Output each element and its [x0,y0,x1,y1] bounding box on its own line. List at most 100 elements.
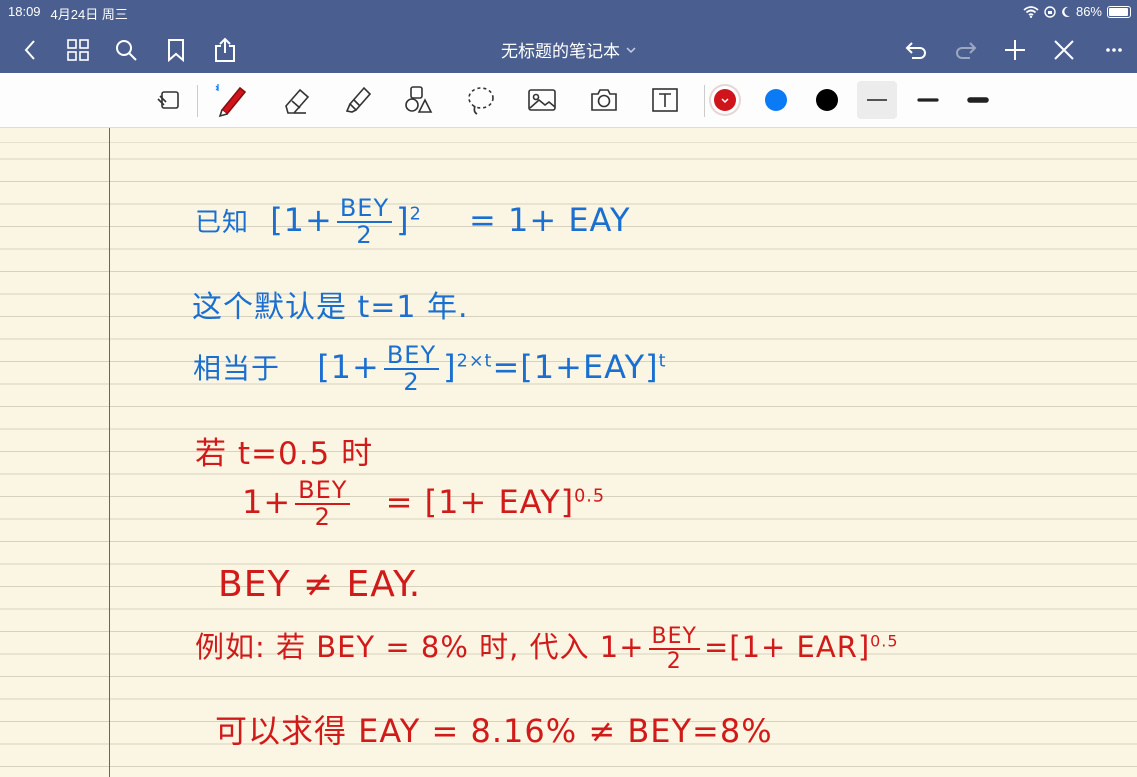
text-tool[interactable] [643,79,687,121]
grid-icon [67,38,89,61]
fraction-numerator: BEY [295,477,351,506]
fraction-numerator: BEY [383,342,440,371]
stroke-medium[interactable] [908,81,948,119]
note-text: = 1+ EAY [469,201,631,240]
highlighter-tool[interactable] [336,79,380,121]
plus-icon [1005,39,1025,60]
share-button[interactable] [203,26,247,73]
pen-tool[interactable] [210,79,254,121]
page-top-strip [0,128,1137,143]
close-icon [1054,39,1074,60]
exponent: 0.5 [870,631,899,651]
fraction: BEY 2 [383,342,440,397]
text-icon [652,88,678,112]
note-line-3: 相当于 [1+ BEY 2]2×t=[1+EAY]t [193,342,667,397]
wifi-icon [1023,5,1039,18]
battery-icon [1107,5,1131,18]
bookmark-button[interactable] [154,26,198,73]
color-red[interactable] [714,89,736,111]
tools-button[interactable] [1042,26,1086,73]
chevron-down-icon [626,46,636,53]
orientation-lock-icon [1044,5,1056,18]
more-button[interactable] [1092,26,1136,73]
note-line-4: 若 t=0.5 时 [195,436,374,472]
exponent: 0.5 [574,486,606,507]
exponent: t [658,351,667,372]
pen-icon [215,84,247,118]
note-line-1: 已知 [1+ BEY 2]2 = 1+ EAY [195,195,631,250]
note-text: =[1+ EAR] [703,630,871,664]
status-date: 4月24日 周三 [50,7,128,22]
battery-percent: 86% [1075,4,1102,19]
status-bar: 18:09 4月24日 周三 86% [0,0,1137,26]
stroke-thin[interactable] [857,81,897,119]
fraction-numerator: BEY [336,195,393,224]
fraction-denominator: 2 [403,368,420,397]
note-line-5: 1+ BEY 2 = [1+ EAY]0.5 [242,477,606,532]
note-text: 已知 [195,208,250,239]
read-mode-button[interactable] [147,79,191,121]
exponent: 2 [409,204,422,225]
camera-icon [591,89,617,111]
note-text: ] [443,348,457,387]
redo-button[interactable] [944,26,988,73]
fraction: BEY 2 [336,195,393,250]
note-text: [1+ [317,348,380,387]
eraser-icon [285,88,310,114]
status-time: 18:09 [8,4,41,19]
lasso-tool[interactable] [459,79,503,121]
bookmark-icon [168,38,184,62]
stroke-thick[interactable] [958,81,998,119]
moon-icon [1062,6,1070,17]
highlighter-icon [345,86,372,113]
toolbar-separator [704,85,705,117]
redo-icon [956,41,977,59]
nav-bar: 无标题的笔记本 [0,26,1137,73]
fraction: BEY 2 [648,625,700,674]
thumbnails-button[interactable] [56,26,100,73]
note-line-7: 例如: 若 BEY = 8% 时, 代入 1+ BEY 2 =[1+ EAR]0.5 [195,624,899,673]
fraction-denominator: 2 [314,503,331,532]
notebook-title-text: 无标题的笔记本 [501,42,620,61]
fraction: BEY 2 [295,477,351,532]
drawing-toolbar [0,73,1137,128]
share-icon [215,37,235,62]
fraction-denominator: 2 [666,649,682,674]
color-black[interactable] [816,89,838,111]
back-button[interactable] [8,26,52,73]
note-line-2: 这个默认是 t=1 年. [192,290,469,325]
note-text: 例如: 若 BEY = 8% 时, 代入 1+ [195,630,645,664]
camera-tool[interactable] [582,79,626,121]
margin-line [109,128,110,777]
shapes-icon [405,86,433,113]
search-button[interactable] [104,26,148,73]
thick-line-icon [967,97,989,103]
note-page[interactable]: 已知 [1+ BEY 2]2 = 1+ EAY 这个默认是 t=1 年. 相当于 [… [0,128,1137,777]
fraction-denominator: 2 [356,221,373,250]
note-line-8: 可以求得 EAY = 8.16% ≠ BEY=8% [215,712,773,750]
note-text: = [1+ EAY] [385,483,575,522]
read-mode-icon [157,91,179,109]
exponent: 2×t [456,351,493,372]
medium-line-icon [917,98,939,102]
note-text: [1+ [270,201,333,240]
note-text: ] [396,201,410,240]
note-text: =[1+EAY] [492,348,659,387]
add-page-button[interactable] [993,26,1037,73]
fraction-numerator: BEY [648,625,700,650]
color-blue[interactable] [765,89,787,111]
eraser-tool[interactable] [274,79,318,121]
search-icon [116,39,137,61]
image-tool[interactable] [520,79,564,121]
note-text: 相当于 [193,352,281,386]
lasso-icon [468,87,494,115]
shapes-tool[interactable] [396,79,440,121]
thin-line-icon [867,99,887,101]
image-icon [528,89,556,111]
undo-icon [905,41,926,59]
undo-button[interactable] [894,26,938,73]
chevron-left-icon [24,39,35,60]
note-text: 1+ [242,483,292,522]
more-icon [1106,47,1122,52]
chevron-down-icon [721,98,729,104]
